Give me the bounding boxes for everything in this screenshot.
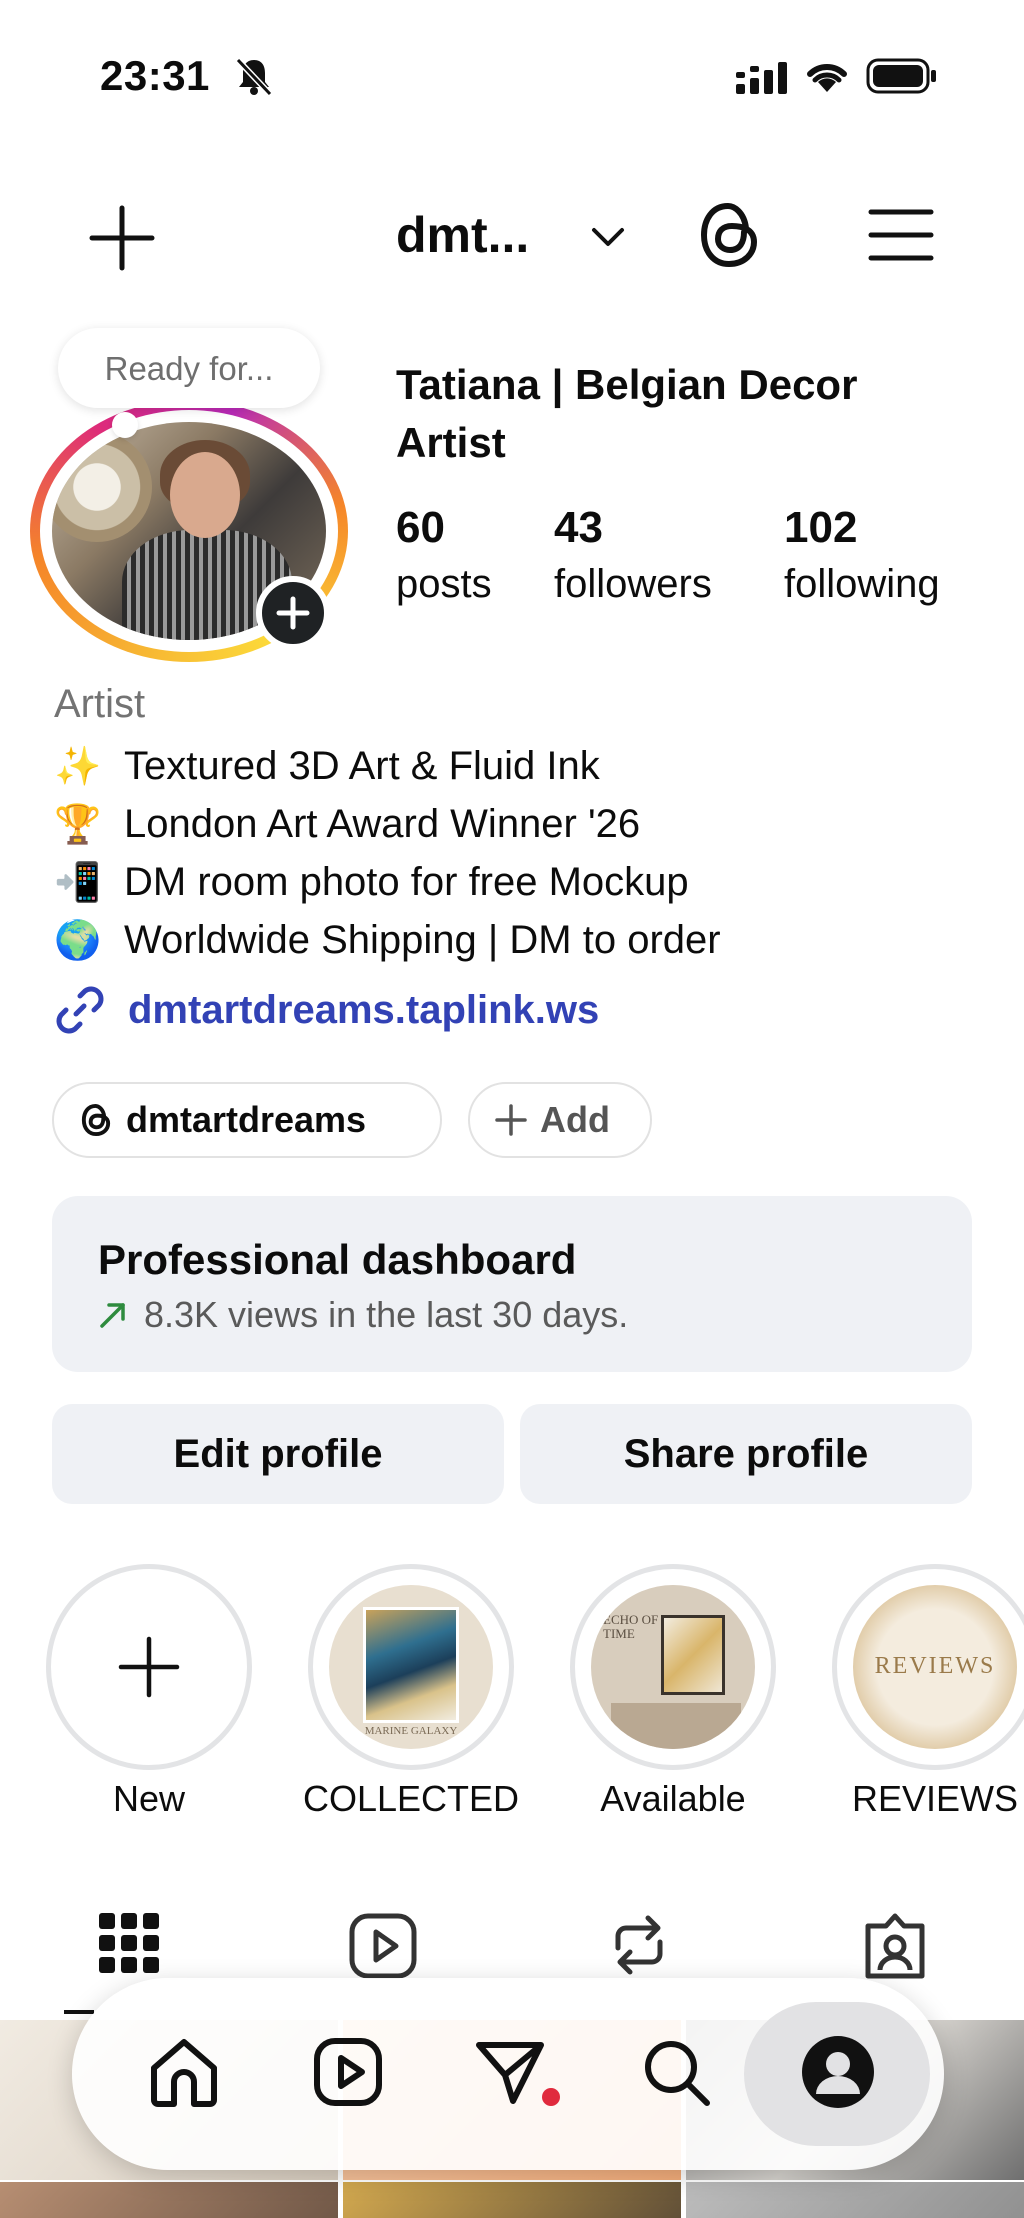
profile-tab[interactable] xyxy=(788,2022,888,2122)
posts-stat[interactable]: 60 posts xyxy=(396,500,492,612)
sparkles-emoji: ✨ xyxy=(54,744,102,788)
status-bar: 23:31 xyxy=(0,0,1024,150)
signal-icon xyxy=(736,62,787,94)
threads-icon xyxy=(81,1103,111,1137)
trend-up-icon xyxy=(100,1303,125,1328)
home-icon xyxy=(151,2039,217,2107)
profile-icon xyxy=(802,2036,874,2108)
create-plus-icon[interactable] xyxy=(88,204,156,272)
chevron-down-icon[interactable] xyxy=(590,222,626,252)
highlight-cover: MARINE GALAXY xyxy=(329,1585,493,1749)
notification-dot xyxy=(542,2088,560,2106)
account-switcher-username[interactable]: dmt... xyxy=(396,206,529,264)
highlight-cover: REVIEWS xyxy=(853,1585,1017,1749)
add-link-chip[interactable]: Add xyxy=(468,1082,652,1158)
bio-link[interactable]: dmtartdreams.taplink.ws xyxy=(54,984,599,1036)
following-count: 102 xyxy=(784,503,858,552)
bio-line: 📲 DM room photo for free Mockup xyxy=(54,854,689,910)
direct-icon xyxy=(476,2042,544,2104)
followers-label: followers xyxy=(554,562,712,606)
note-text: Ready for... xyxy=(104,350,274,387)
threads-icon[interactable] xyxy=(694,198,764,272)
reels-icon xyxy=(314,2038,382,2106)
battery-icon xyxy=(866,58,936,94)
followers-stat[interactable]: 43 followers xyxy=(554,500,712,612)
bio-line: 🏆 London Art Award Winner '26 xyxy=(54,796,640,852)
bottom-navigation xyxy=(72,1978,944,2170)
posts-count: 60 xyxy=(396,503,445,552)
status-time: 23:31 xyxy=(100,52,210,99)
globe-emoji: 🌍 xyxy=(54,918,102,962)
note-bubble[interactable]: Ready for... xyxy=(58,328,320,408)
plus-icon xyxy=(118,1636,180,1698)
post-thumbnail[interactable] xyxy=(686,2182,1024,2218)
share-profile-button[interactable]: Share profile xyxy=(520,1404,972,1504)
highlight-collected[interactable]: MARINE GALAXY COLLECTED xyxy=(303,1564,519,1819)
search-tab[interactable] xyxy=(626,2022,726,2122)
trophy-emoji: 🏆 xyxy=(54,802,102,846)
bio-link-text: dmtartdreams.taplink.ws xyxy=(128,987,600,1032)
threads-handle-chip[interactable]: dmtartdreams xyxy=(52,1082,442,1158)
highlight-available[interactable]: ECHO OF TIME Available xyxy=(570,1564,776,1819)
highlight-cover: ECHO OF TIME xyxy=(591,1585,755,1749)
tagged-icon[interactable] xyxy=(860,1908,930,1982)
edit-profile-button[interactable]: Edit profile xyxy=(52,1404,504,1504)
post-thumbnail[interactable] xyxy=(343,2182,681,2218)
dashboard-subtitle: 8.3K views in the last 30 days. xyxy=(98,1294,628,1336)
professional-dashboard[interactable]: Professional dashboard 8.3K views in the… xyxy=(52,1196,972,1372)
profile-avatar[interactable] xyxy=(30,400,348,662)
bell-off-icon xyxy=(236,57,272,96)
plus-icon xyxy=(495,1104,527,1136)
highlight-reviews[interactable]: REVIEWS REVIEWS xyxy=(832,1564,1024,1819)
posts-label: posts xyxy=(396,562,492,606)
following-label: following xyxy=(784,562,940,606)
reels-icon[interactable] xyxy=(348,1908,418,1982)
plus-icon xyxy=(276,596,310,630)
menu-icon[interactable] xyxy=(868,206,934,264)
bio-line: 🌍 Worldwide Shipping | DM to order xyxy=(54,912,721,968)
post-thumbnail[interactable] xyxy=(0,2182,338,2218)
add-chip-label: Add xyxy=(540,1099,610,1140)
highlight-new[interactable]: New xyxy=(46,1564,252,1819)
bio-category: Artist xyxy=(54,682,146,726)
reposts-icon[interactable] xyxy=(604,1908,674,1982)
following-stat[interactable]: 102 following xyxy=(784,500,940,612)
threads-handle: dmtartdreams xyxy=(126,1099,367,1140)
grid-icon[interactable] xyxy=(94,1908,164,1982)
reels-tab[interactable] xyxy=(298,2022,398,2122)
followers-count: 43 xyxy=(554,503,603,552)
home-tab[interactable] xyxy=(134,2022,234,2122)
phone-arrow-emoji: 📲 xyxy=(54,860,102,904)
highlight-label: REVIEWS xyxy=(851,1778,1019,1819)
bio-line: ✨ Textured 3D Art & Fluid Ink xyxy=(54,738,600,794)
direct-messages-tab[interactable] xyxy=(460,2022,560,2122)
search-icon xyxy=(645,2041,710,2106)
wifi-icon xyxy=(807,63,847,92)
active-tab-indicator xyxy=(64,2010,94,2014)
dashboard-title: Professional dashboard xyxy=(98,1236,577,1283)
link-icon xyxy=(56,986,104,1034)
display-name: Tatiana | Belgian Decor Artist xyxy=(396,361,858,466)
add-story-button[interactable] xyxy=(256,576,330,650)
